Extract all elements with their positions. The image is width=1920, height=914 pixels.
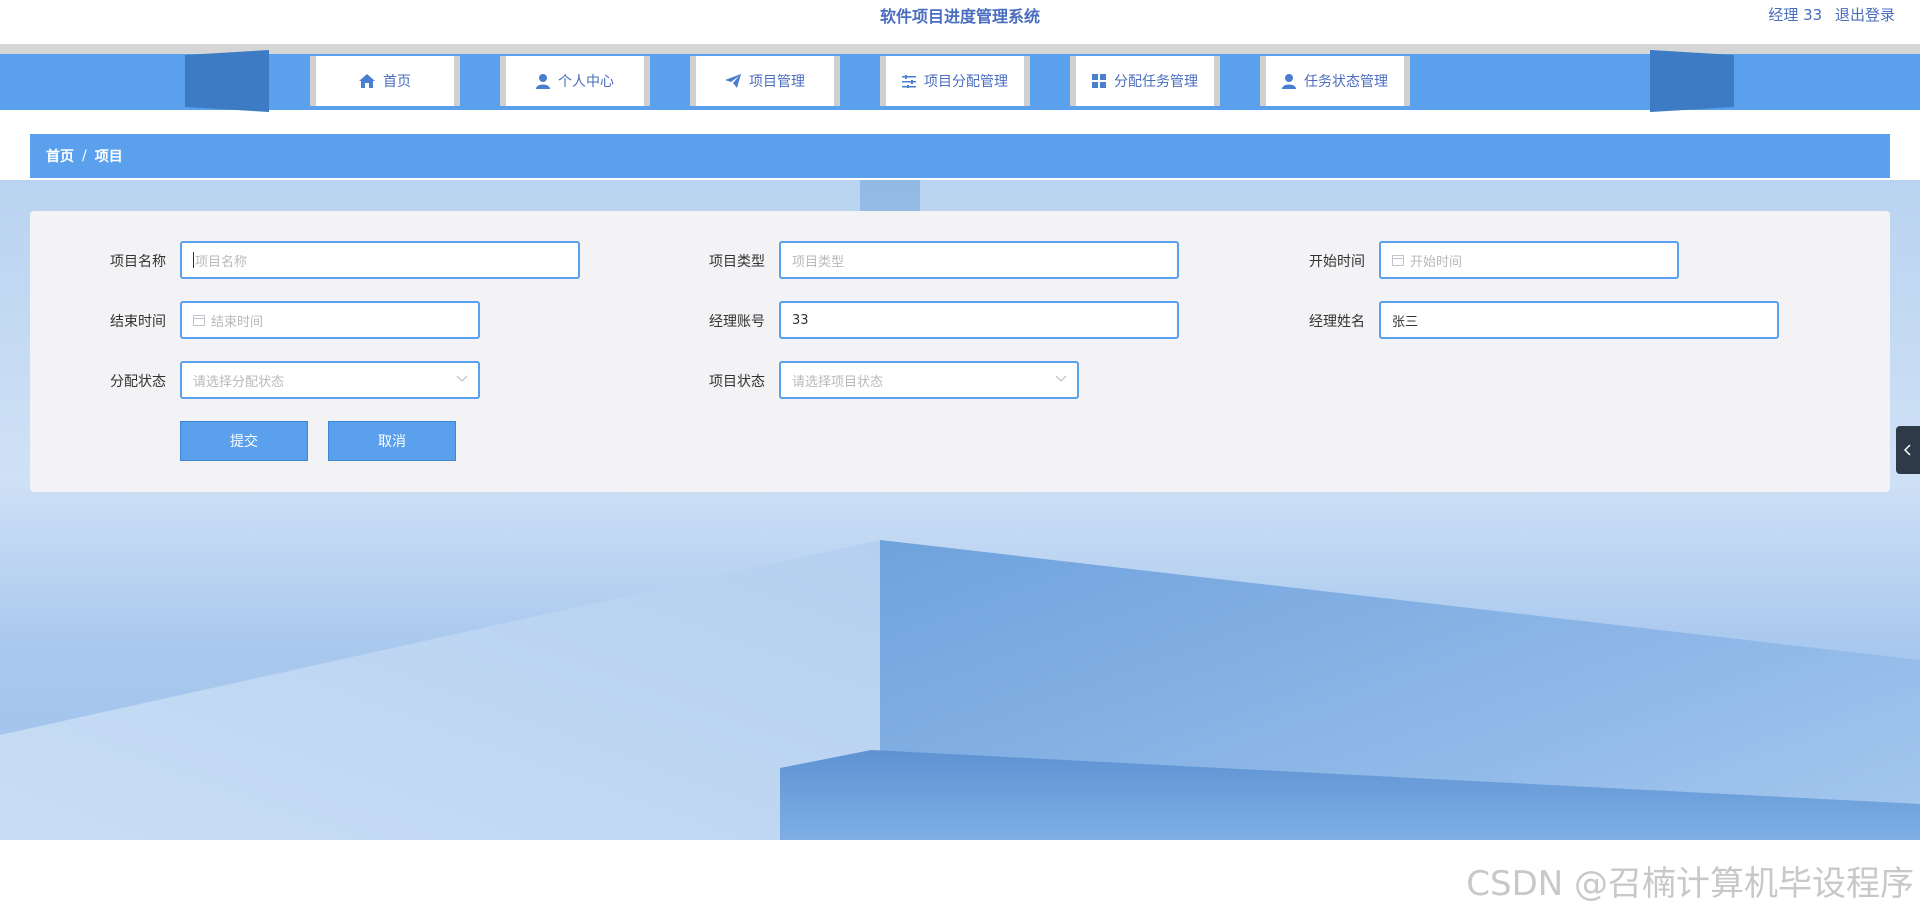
project-status-placeholder: 请选择项目状态	[792, 374, 884, 390]
project-type-label: 项目类型	[709, 254, 765, 270]
chevron-left-icon	[1904, 444, 1911, 456]
nav-item-personal-center[interactable]: 个人中心	[500, 56, 650, 106]
end-time-picker[interactable]: 结束时间	[180, 301, 480, 339]
nav-item-label: 首页	[383, 74, 411, 90]
project-status-label: 项目状态	[709, 374, 765, 390]
chevron-down-icon	[1055, 375, 1067, 382]
assign-status-label: 分配状态	[110, 374, 166, 390]
text-cursor	[193, 252, 194, 268]
nav-item-label: 项目分配管理	[924, 74, 1008, 90]
nav-item-task-assign[interactable]: 分配任务管理	[1070, 56, 1220, 106]
nav-decor-right	[1650, 50, 1734, 112]
logout-link[interactable]: 退出登录	[1835, 6, 1895, 24]
app-title: 软件项目进度管理系统	[879, 7, 1040, 26]
manager-account-input[interactable]: 33	[779, 301, 1179, 339]
manager-name-label: 经理姓名	[1309, 314, 1365, 330]
cancel-button[interactable]: 取消	[328, 421, 456, 461]
side-panel-toggle[interactable]	[1896, 426, 1920, 474]
start-time-placeholder: 开始时间	[1410, 254, 1463, 270]
paper-plane-icon	[725, 74, 741, 88]
start-time-picker[interactable]: 开始时间	[1379, 241, 1679, 279]
calendar-icon	[1392, 255, 1404, 266]
end-time-placeholder: 结束时间	[211, 314, 264, 330]
top-bar: 软件项目进度管理系统 经理 33 退出登录	[0, 0, 1920, 36]
end-time-label: 结束时间	[110, 314, 166, 330]
home-icon	[359, 74, 375, 88]
grid-icon	[1092, 74, 1106, 88]
start-time-label: 开始时间	[1309, 254, 1365, 270]
breadcrumb-home[interactable]: 首页	[46, 146, 74, 166]
breadcrumb-current: 项目	[94, 149, 123, 165]
project-status-select[interactable]: 请选择项目状态	[779, 361, 1079, 399]
calendar-icon	[193, 315, 205, 326]
nav-item-label: 任务状态管理	[1304, 74, 1388, 90]
user-area: 经理 33 退出登录	[1760, 4, 1895, 25]
nav-item-home[interactable]: 首页	[310, 56, 460, 106]
project-type-placeholder: 项目类型	[792, 254, 845, 270]
project-name-placeholder: 项目名称	[195, 254, 248, 270]
user-label: 经理 33	[1768, 6, 1823, 24]
project-name-input[interactable]: 项目名称	[180, 241, 580, 279]
watermark: CSDN @召楠计算机毕设程序	[1466, 864, 1914, 904]
chevron-down-icon	[456, 375, 468, 382]
user-icon	[1282, 73, 1296, 89]
manager-account-label: 经理账号	[709, 314, 765, 330]
manager-name-value: 张三	[1392, 314, 1419, 330]
nav-item-label: 项目管理	[749, 74, 805, 90]
nav-item-task-status[interactable]: 任务状态管理	[1260, 56, 1410, 106]
breadcrumb: 首页 / 项目	[30, 134, 1890, 178]
manager-name-input[interactable]: 张三	[1379, 301, 1779, 339]
assign-status-select[interactable]: 请选择分配状态	[180, 361, 480, 399]
nav-item-label: 分配任务管理	[1114, 74, 1198, 90]
manager-account-value: 33	[792, 312, 809, 328]
user-icon	[536, 73, 550, 89]
nav-item-project-management[interactable]: 项目管理	[690, 56, 840, 106]
sliders-icon	[902, 74, 916, 88]
project-type-input[interactable]: 项目类型	[779, 241, 1179, 279]
breadcrumb-separator: /	[82, 148, 87, 164]
project-name-label: 项目名称	[110, 254, 166, 270]
nav-decor-left	[185, 50, 269, 112]
submit-button[interactable]: 提交	[180, 421, 308, 461]
nav-item-project-assign[interactable]: 项目分配管理	[880, 56, 1030, 106]
nav-item-label: 个人中心	[558, 74, 614, 90]
assign-status-placeholder: 请选择分配状态	[193, 374, 285, 390]
